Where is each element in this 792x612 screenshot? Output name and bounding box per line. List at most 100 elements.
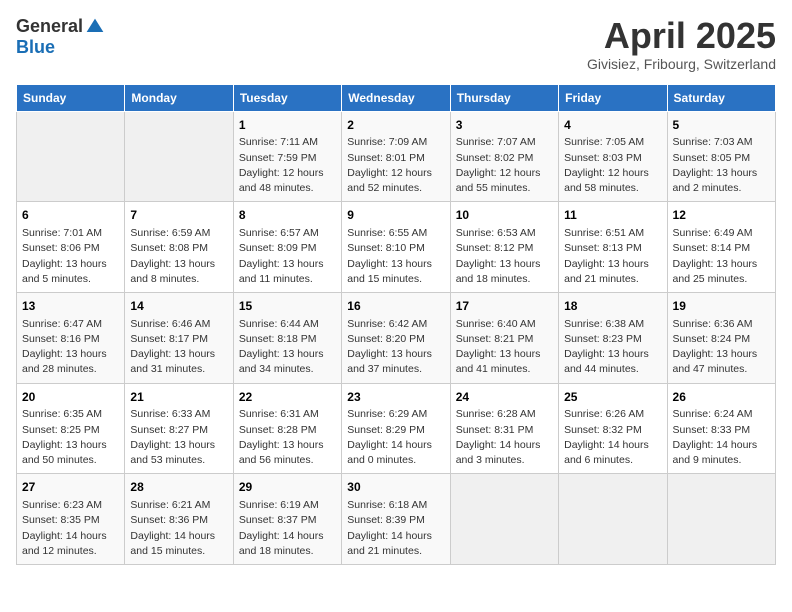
day-info: Sunrise: 6:35 AM Sunset: 8:25 PM Dayligh… bbox=[22, 407, 119, 468]
day-info: Sunrise: 6:36 AM Sunset: 8:24 PM Dayligh… bbox=[673, 317, 770, 378]
day-number: 9 bbox=[347, 207, 444, 224]
day-number: 13 bbox=[22, 298, 119, 315]
day-number: 21 bbox=[130, 389, 227, 406]
weekday-header-tuesday: Tuesday bbox=[233, 84, 341, 111]
weekday-header-wednesday: Wednesday bbox=[342, 84, 450, 111]
month-title: April 2025 bbox=[587, 16, 776, 56]
day-info: Sunrise: 6:21 AM Sunset: 8:36 PM Dayligh… bbox=[130, 498, 227, 559]
calendar-cell: 8 Sunrise: 6:57 AM Sunset: 8:09 PM Daylig… bbox=[233, 202, 341, 293]
weekday-header-row: SundayMondayTuesdayWednesdayThursdayFrid… bbox=[17, 84, 776, 111]
day-number: 25 bbox=[564, 389, 661, 406]
calendar-cell bbox=[450, 474, 558, 565]
calendar-cell: 27Sunrise: 6:23 AM Sunset: 8:35 PM Dayli… bbox=[17, 474, 125, 565]
calendar-week-row: 1Sunrise: 7:11 AM Sunset: 7:59 PM Daylig… bbox=[17, 111, 776, 202]
page-header: General Blue April 2025 Givisiez, Fribou… bbox=[16, 16, 776, 72]
calendar-cell: 26Sunrise: 6:24 AM Sunset: 8:33 PM Dayli… bbox=[667, 383, 775, 474]
day-info: Sunrise: 6:59 AM Sunset: 8:08 PM Dayligh… bbox=[130, 226, 227, 287]
day-number: 5 bbox=[673, 117, 770, 134]
day-info: Sunrise: 7:05 AM Sunset: 8:03 PM Dayligh… bbox=[564, 135, 661, 196]
calendar-cell: 15 Sunrise: 6:44 AM Sunset: 8:18 PM Dayli… bbox=[233, 292, 341, 383]
calendar-cell: 29 Sunrise: 6:19 AM Sunset: 8:37 PM Dayli… bbox=[233, 474, 341, 565]
day-number: 8 bbox=[239, 207, 336, 224]
logo-blue-text: Blue bbox=[16, 37, 55, 58]
calendar-cell: 21Sunrise: 6:33 AM Sunset: 8:27 PM Dayli… bbox=[125, 383, 233, 474]
calendar-cell: 9 Sunrise: 6:55 AM Sunset: 8:10 PM Daylig… bbox=[342, 202, 450, 293]
day-number: 2 bbox=[347, 117, 444, 134]
weekday-header-monday: Monday bbox=[125, 84, 233, 111]
calendar-cell: 14 Sunrise: 6:46 AM Sunset: 8:17 PM Dayli… bbox=[125, 292, 233, 383]
day-number: 12 bbox=[673, 207, 770, 224]
day-info: Sunrise: 6:55 AM Sunset: 8:10 PM Dayligh… bbox=[347, 226, 444, 287]
day-number: 28 bbox=[130, 479, 227, 496]
calendar-table: SundayMondayTuesdayWednesdayThursdayFrid… bbox=[16, 84, 776, 565]
day-number: 27 bbox=[22, 479, 119, 496]
calendar-cell: 1Sunrise: 7:11 AM Sunset: 7:59 PM Daylig… bbox=[233, 111, 341, 202]
day-number: 14 bbox=[130, 298, 227, 315]
location-subtitle: Givisiez, Fribourg, Switzerland bbox=[587, 56, 776, 72]
calendar-cell: 23Sunrise: 6:29 AM Sunset: 8:29 PM Dayli… bbox=[342, 383, 450, 474]
day-info: Sunrise: 6:33 AM Sunset: 8:27 PM Dayligh… bbox=[130, 407, 227, 468]
day-info: Sunrise: 6:38 AM Sunset: 8:23 PM Dayligh… bbox=[564, 317, 661, 378]
calendar-cell: 30Sunrise: 6:18 AM Sunset: 8:39 PM Dayli… bbox=[342, 474, 450, 565]
calendar-cell: 6 Sunrise: 7:01 AM Sunset: 8:06 PM Daylig… bbox=[17, 202, 125, 293]
day-number: 19 bbox=[673, 298, 770, 315]
calendar-cell: 12 Sunrise: 6:49 AM Sunset: 8:14 PM Dayli… bbox=[667, 202, 775, 293]
day-info: Sunrise: 6:31 AM Sunset: 8:28 PM Dayligh… bbox=[239, 407, 336, 468]
day-info: Sunrise: 6:47 AM Sunset: 8:16 PM Dayligh… bbox=[22, 317, 119, 378]
day-info: Sunrise: 6:19 AM Sunset: 8:37 PM Dayligh… bbox=[239, 498, 336, 559]
day-info: Sunrise: 6:51 AM Sunset: 8:13 PM Dayligh… bbox=[564, 226, 661, 287]
calendar-cell: 10 Sunrise: 6:53 AM Sunset: 8:12 PM Dayli… bbox=[450, 202, 558, 293]
calendar-cell: 25Sunrise: 6:26 AM Sunset: 8:32 PM Dayli… bbox=[559, 383, 667, 474]
day-number: 6 bbox=[22, 207, 119, 224]
calendar-cell: 2Sunrise: 7:09 AM Sunset: 8:01 PM Daylig… bbox=[342, 111, 450, 202]
day-number: 11 bbox=[564, 207, 661, 224]
day-info: Sunrise: 6:42 AM Sunset: 8:20 PM Dayligh… bbox=[347, 317, 444, 378]
calendar-cell: 17 Sunrise: 6:40 AM Sunset: 8:21 PM Dayli… bbox=[450, 292, 558, 383]
day-number: 22 bbox=[239, 389, 336, 406]
logo: General Blue bbox=[16, 16, 105, 58]
calendar-cell bbox=[125, 111, 233, 202]
day-number: 10 bbox=[456, 207, 553, 224]
calendar-cell bbox=[17, 111, 125, 202]
calendar-cell bbox=[559, 474, 667, 565]
day-info: Sunrise: 6:49 AM Sunset: 8:14 PM Dayligh… bbox=[673, 226, 770, 287]
calendar-week-row: 13 Sunrise: 6:47 AM Sunset: 8:16 PM Dayli… bbox=[17, 292, 776, 383]
calendar-cell: 3Sunrise: 7:07 AM Sunset: 8:02 PM Daylig… bbox=[450, 111, 558, 202]
day-number: 7 bbox=[130, 207, 227, 224]
calendar-cell: 22Sunrise: 6:31 AM Sunset: 8:28 PM Dayli… bbox=[233, 383, 341, 474]
day-number: 1 bbox=[239, 117, 336, 134]
calendar-week-row: 6 Sunrise: 7:01 AM Sunset: 8:06 PM Daylig… bbox=[17, 202, 776, 293]
day-info: Sunrise: 7:09 AM Sunset: 8:01 PM Dayligh… bbox=[347, 135, 444, 196]
calendar-cell: 4Sunrise: 7:05 AM Sunset: 8:03 PM Daylig… bbox=[559, 111, 667, 202]
day-info: Sunrise: 6:24 AM Sunset: 8:33 PM Dayligh… bbox=[673, 407, 770, 468]
day-info: Sunrise: 6:53 AM Sunset: 8:12 PM Dayligh… bbox=[456, 226, 553, 287]
calendar-cell: 28 Sunrise: 6:21 AM Sunset: 8:36 PM Dayli… bbox=[125, 474, 233, 565]
day-info: Sunrise: 7:01 AM Sunset: 8:06 PM Dayligh… bbox=[22, 226, 119, 287]
day-number: 3 bbox=[456, 117, 553, 134]
day-info: Sunrise: 6:57 AM Sunset: 8:09 PM Dayligh… bbox=[239, 226, 336, 287]
calendar-cell: 19 Sunrise: 6:36 AM Sunset: 8:24 PM Dayli… bbox=[667, 292, 775, 383]
day-info: Sunrise: 6:28 AM Sunset: 8:31 PM Dayligh… bbox=[456, 407, 553, 468]
calendar-week-row: 20Sunrise: 6:35 AM Sunset: 8:25 PM Dayli… bbox=[17, 383, 776, 474]
day-info: Sunrise: 6:44 AM Sunset: 8:18 PM Dayligh… bbox=[239, 317, 336, 378]
day-number: 15 bbox=[239, 298, 336, 315]
weekday-header-saturday: Saturday bbox=[667, 84, 775, 111]
day-number: 29 bbox=[239, 479, 336, 496]
logo-general-text: General bbox=[16, 16, 83, 37]
calendar-cell: 18 Sunrise: 6:38 AM Sunset: 8:23 PM Dayli… bbox=[559, 292, 667, 383]
calendar-cell: 7 Sunrise: 6:59 AM Sunset: 8:08 PM Daylig… bbox=[125, 202, 233, 293]
weekday-header-friday: Friday bbox=[559, 84, 667, 111]
day-number: 17 bbox=[456, 298, 553, 315]
calendar-cell: 20Sunrise: 6:35 AM Sunset: 8:25 PM Dayli… bbox=[17, 383, 125, 474]
day-number: 30 bbox=[347, 479, 444, 496]
calendar-cell bbox=[667, 474, 775, 565]
day-number: 4 bbox=[564, 117, 661, 134]
day-number: 26 bbox=[673, 389, 770, 406]
calendar-cell: 16Sunrise: 6:42 AM Sunset: 8:20 PM Dayli… bbox=[342, 292, 450, 383]
day-number: 18 bbox=[564, 298, 661, 315]
weekday-header-sunday: Sunday bbox=[17, 84, 125, 111]
calendar-cell: 24Sunrise: 6:28 AM Sunset: 8:31 PM Dayli… bbox=[450, 383, 558, 474]
day-info: Sunrise: 6:40 AM Sunset: 8:21 PM Dayligh… bbox=[456, 317, 553, 378]
day-number: 20 bbox=[22, 389, 119, 406]
day-info: Sunrise: 6:46 AM Sunset: 8:17 PM Dayligh… bbox=[130, 317, 227, 378]
